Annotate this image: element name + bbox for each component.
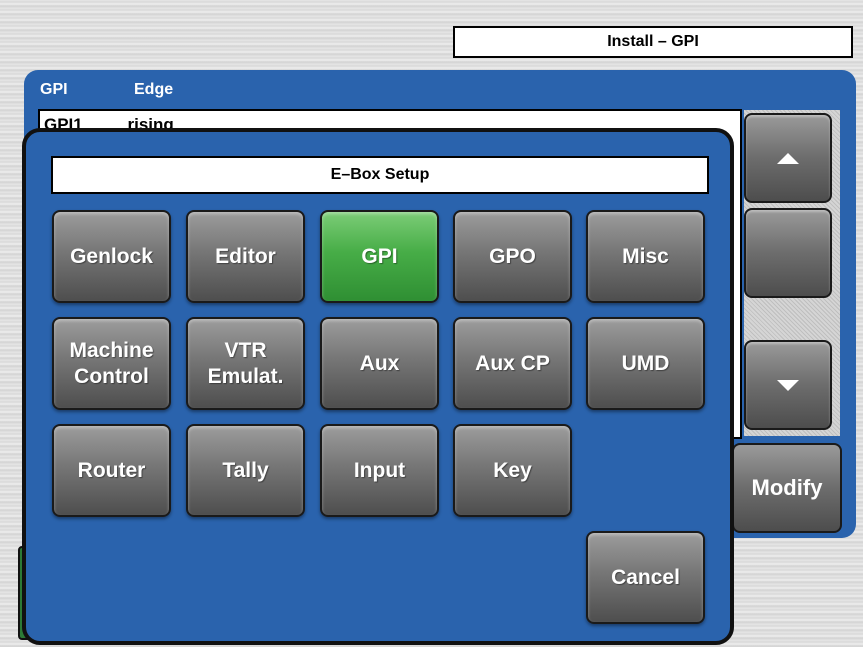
modify-button[interactable]: Modify xyxy=(732,443,842,533)
misc-button[interactable]: Misc xyxy=(586,210,705,303)
column-header-edge: Edge xyxy=(134,81,174,98)
gpi-button[interactable]: GPI xyxy=(320,210,439,303)
aux-button[interactable]: Aux xyxy=(320,317,439,410)
key-button[interactable]: Key xyxy=(453,424,572,517)
arrow-up-icon xyxy=(777,152,799,164)
vtr-emulat-button[interactable]: VTR Emulat. xyxy=(186,317,305,410)
dialog-title: E–Box Setup xyxy=(51,156,709,194)
scroll-down-button[interactable] xyxy=(744,340,832,430)
cancel-button[interactable]: Cancel xyxy=(586,531,705,624)
aux-cp-button[interactable]: Aux CP xyxy=(453,317,572,410)
router-button[interactable]: Router xyxy=(52,424,171,517)
scroll-up-button[interactable] xyxy=(744,113,832,203)
scroll-middle-button[interactable] xyxy=(744,208,832,298)
tally-button[interactable]: Tally xyxy=(186,424,305,517)
arrow-down-icon xyxy=(777,379,799,391)
input-button[interactable]: Input xyxy=(320,424,439,517)
gpo-button[interactable]: GPO xyxy=(453,210,572,303)
window-title: Install – GPI xyxy=(453,26,853,58)
editor-button[interactable]: Editor xyxy=(186,210,305,303)
machine-control-button[interactable]: Machine Control xyxy=(52,317,171,410)
genlock-button[interactable]: Genlock xyxy=(52,210,171,303)
umd-button[interactable]: UMD xyxy=(586,317,705,410)
column-header-gpi: GPI xyxy=(40,81,68,98)
